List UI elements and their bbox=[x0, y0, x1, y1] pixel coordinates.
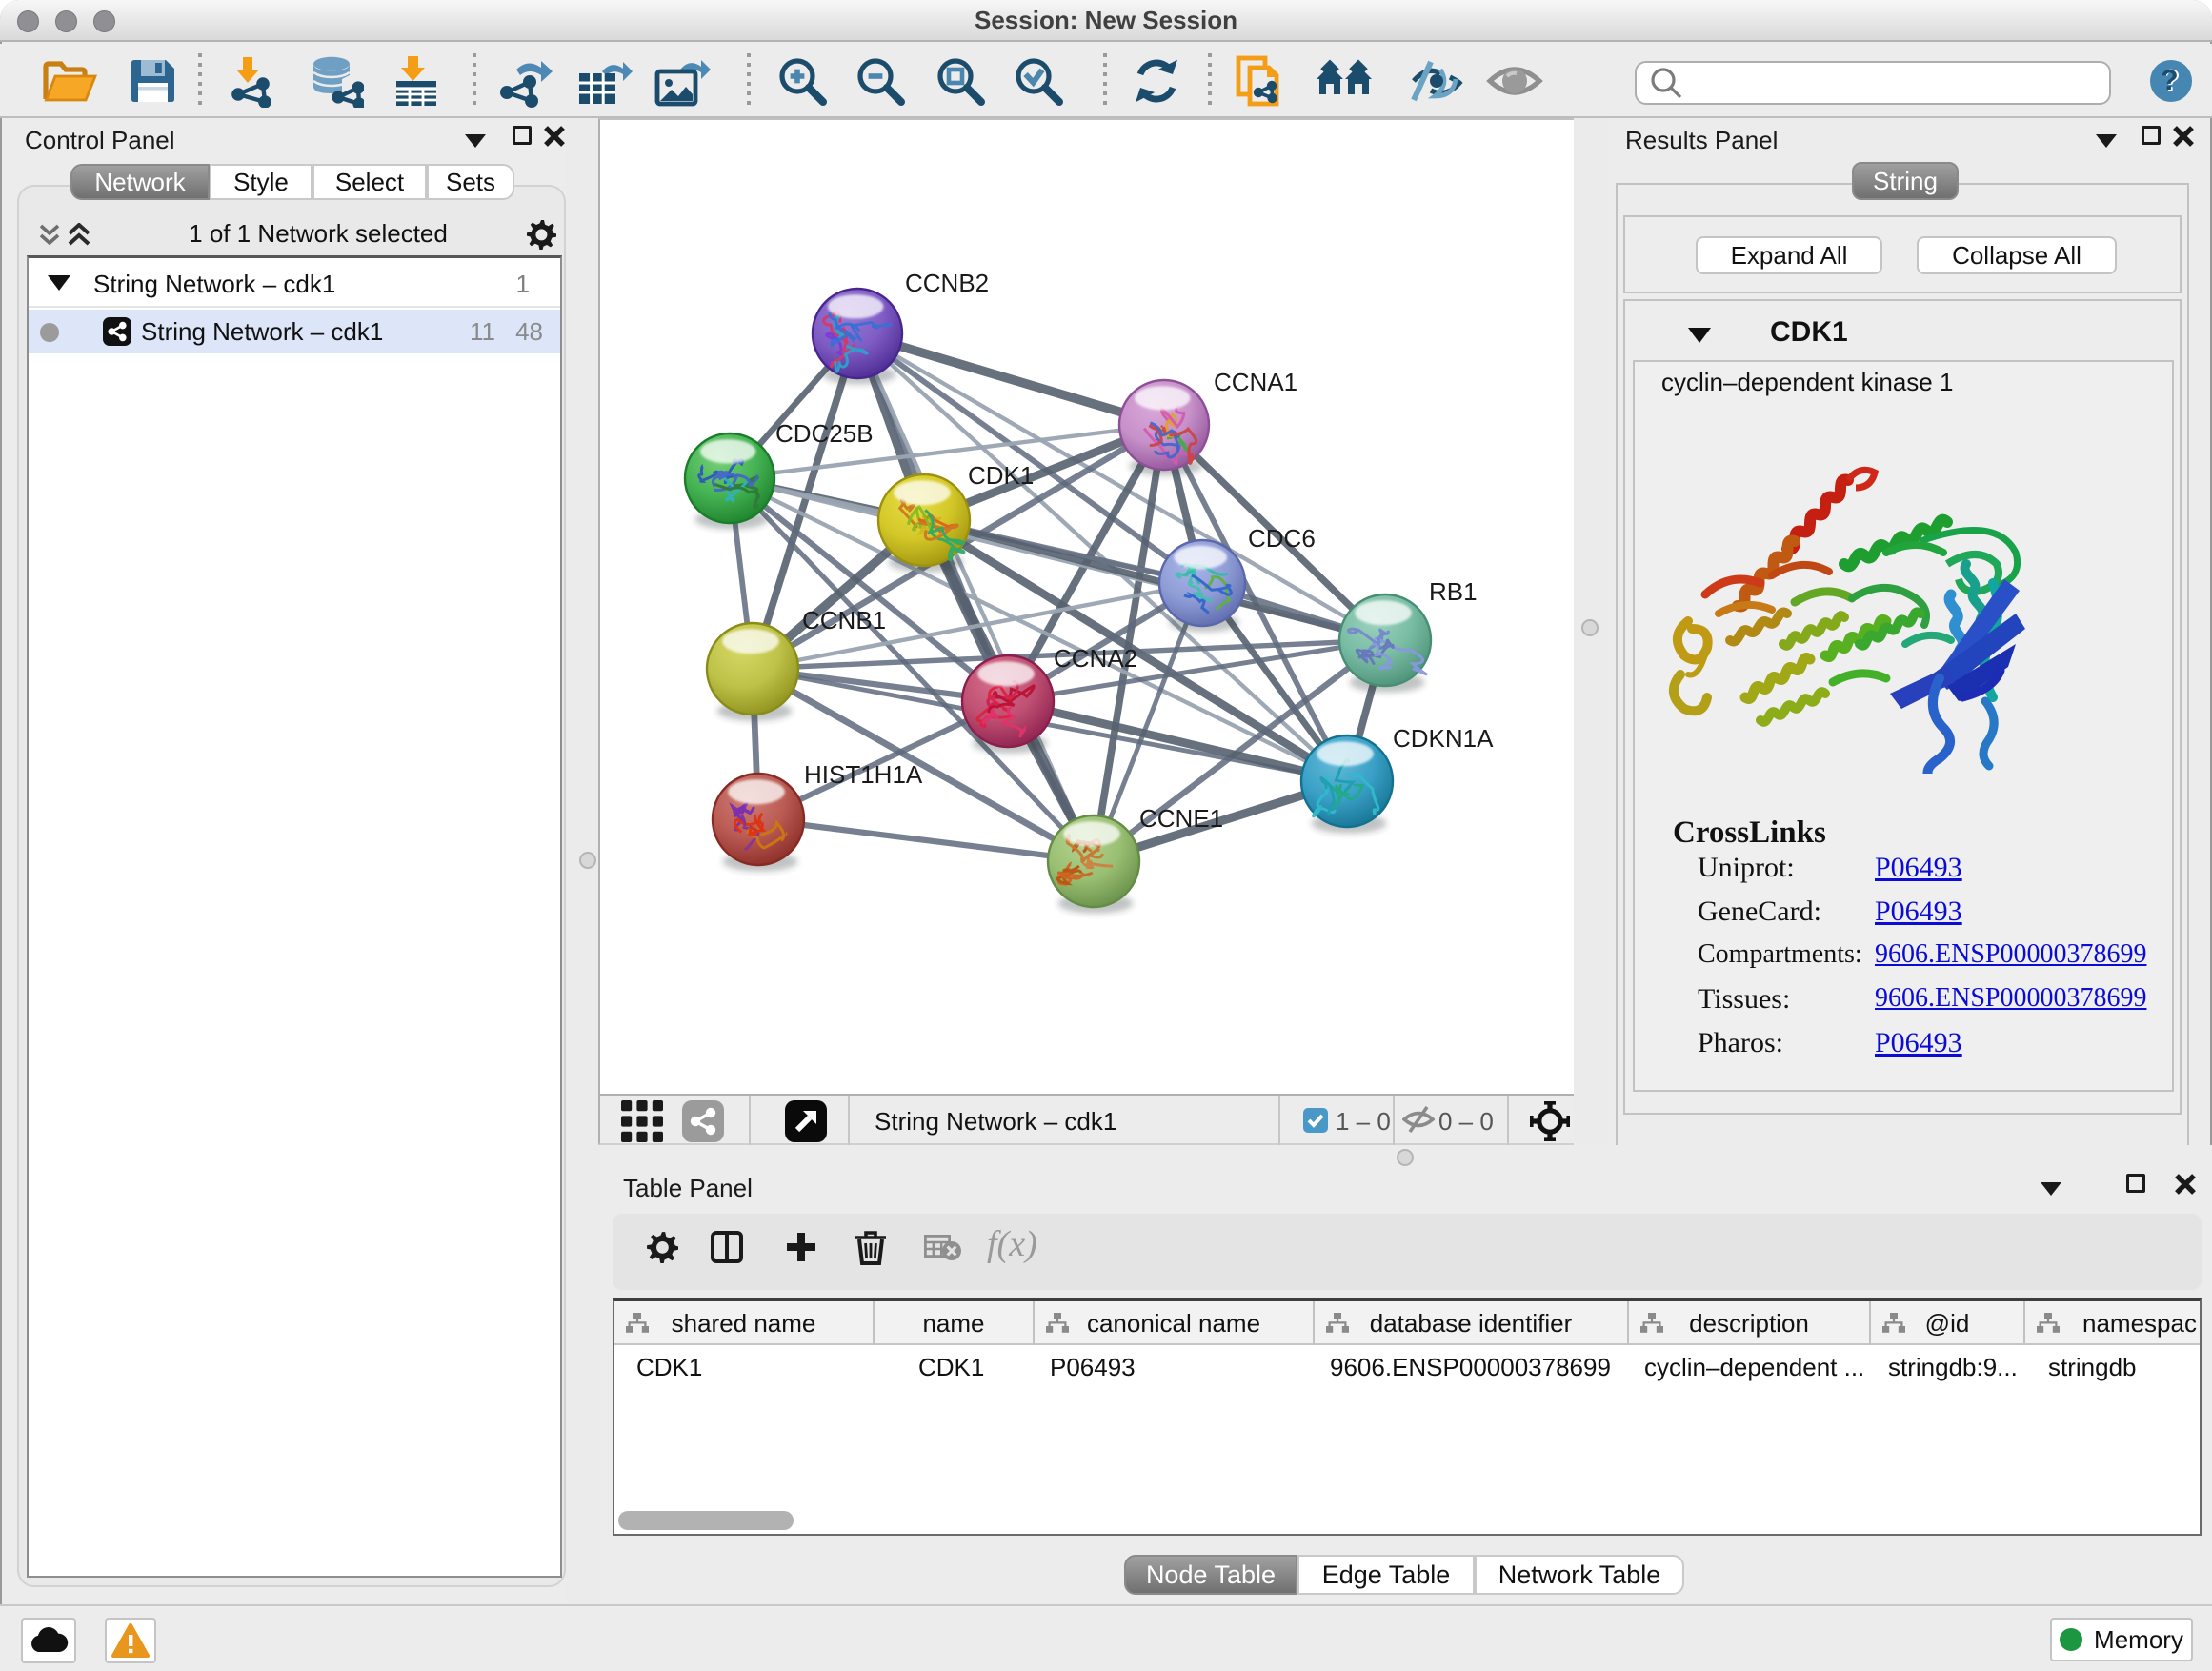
svg-text:?: ? bbox=[2161, 65, 2178, 96]
svg-text:CDK1: CDK1 bbox=[968, 461, 1034, 490]
svg-text:CDC25B: CDC25B bbox=[775, 419, 874, 448]
svg-text:CDKN1A: CDKN1A bbox=[1393, 724, 1494, 753]
svg-text:RB1: RB1 bbox=[1429, 577, 1478, 606]
svg-text:CCNB2: CCNB2 bbox=[905, 269, 989, 297]
svg-text:CCNA2: CCNA2 bbox=[1054, 644, 1137, 673]
svg-text:CCNA1: CCNA1 bbox=[1214, 368, 1297, 396]
svg-text:CCNE1: CCNE1 bbox=[1139, 804, 1223, 833]
svg-text:CCNB1: CCNB1 bbox=[802, 606, 886, 634]
svg-text:CDC6: CDC6 bbox=[1248, 524, 1316, 553]
svg-text:HIST1H1A: HIST1H1A bbox=[804, 760, 923, 789]
